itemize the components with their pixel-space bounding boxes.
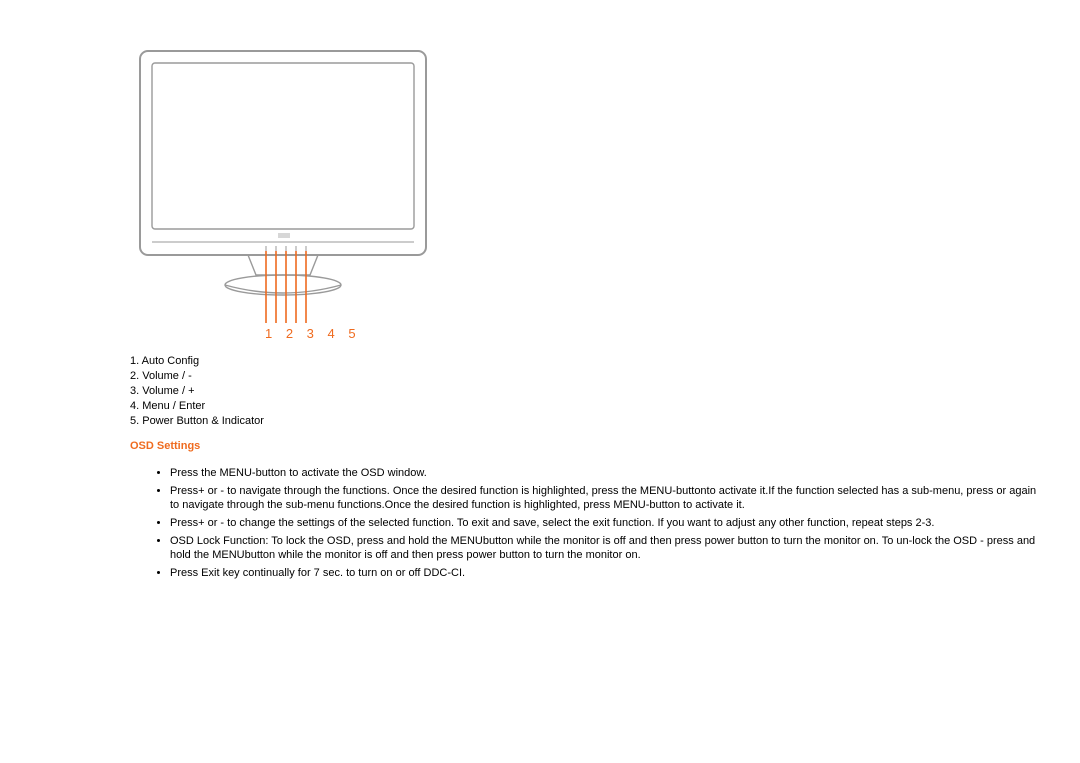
osd-bullet-list: Press the MENU-button to activate the OS… xyxy=(152,466,1042,580)
osd-bullet-5: Press Exit key continually for 7 sec. to… xyxy=(170,566,1042,580)
osd-settings-heading-text: OSD Settings xyxy=(130,440,200,452)
numbers-text: 1 2 3 4 5 xyxy=(265,326,361,341)
osd-instructions: Press the MENU-button to activate the OS… xyxy=(152,466,1042,584)
diagram-button-numbers: 1 2 3 4 5 xyxy=(265,326,361,341)
osd-bullet-2: Press+ or - to navigate through the func… xyxy=(170,484,1042,512)
monitor-svg xyxy=(130,45,440,345)
osd-bullet-4: OSD Lock Function: To lock the OSD, pres… xyxy=(170,534,1042,562)
monitor-diagram xyxy=(130,45,440,345)
document-page: 1 2 3 4 5 1. Auto Config 2. Volume / - 3… xyxy=(0,0,1080,763)
osd-bullet-3: Press+ or - to change the settings of th… xyxy=(170,516,1042,530)
legend-item-4: 4. Menu / Enter xyxy=(130,399,264,414)
legend-item-2: 2. Volume / - xyxy=(130,369,264,384)
button-legend: 1. Auto Config 2. Volume / - 3. Volume /… xyxy=(130,354,264,429)
legend-item-5: 5. Power Button & Indicator xyxy=(130,414,264,429)
legend-item-1: 1. Auto Config xyxy=(130,354,264,369)
legend-item-3: 3. Volume / + xyxy=(130,384,264,399)
osd-bullet-1: Press the MENU-button to activate the OS… xyxy=(170,466,1042,480)
osd-settings-heading: OSD Settings xyxy=(130,440,200,452)
